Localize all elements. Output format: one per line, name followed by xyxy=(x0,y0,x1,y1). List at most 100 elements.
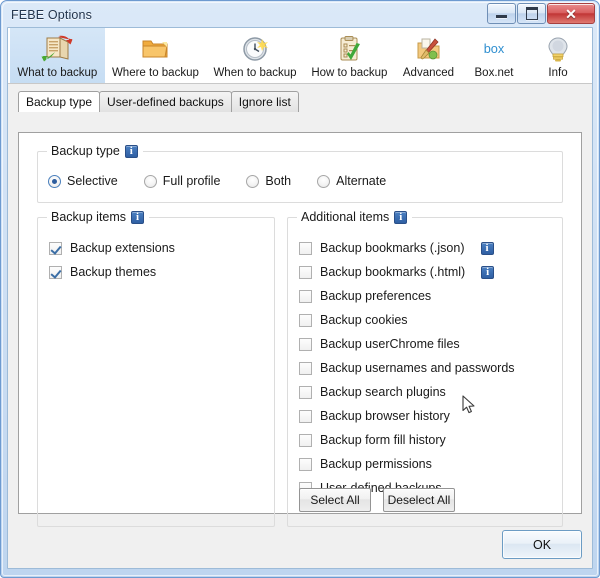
main-toolbar: What to backup Where to backup When to b… xyxy=(8,28,592,84)
group-title-text: Backup type xyxy=(51,144,120,158)
radio-option-both[interactable]: Both xyxy=(246,174,291,188)
select-all-button[interactable]: Select All xyxy=(299,488,371,512)
checkbox-row-backup-userchrome-files[interactable]: Backup userChrome files xyxy=(299,332,556,356)
window-controls: ✕ xyxy=(487,3,595,24)
backup-items-group-title: Backup items xyxy=(47,210,150,224)
svg-text:box: box xyxy=(484,41,505,56)
tabstrip-container: Backup type User-defined backups Ignore … xyxy=(8,84,592,112)
checkbox-indicator xyxy=(299,289,312,303)
checkbox-indicator xyxy=(299,241,312,255)
toolbar-item-how-to-backup[interactable]: How to backup xyxy=(304,28,395,83)
radio-label: Full profile xyxy=(162,174,221,188)
checkbox-row-backup-themes[interactable]: Backup themes xyxy=(49,260,268,284)
lightbulb-icon xyxy=(541,32,575,66)
toolbar-label: When to backup xyxy=(213,67,297,79)
additional-items-groupbox: Additional items Backup bookmarks (.json… xyxy=(287,210,563,527)
radio-indicator xyxy=(317,174,331,188)
checkbox-indicator xyxy=(49,265,62,279)
tab-page-backup-type: Backup type Selective Full profile Both xyxy=(18,132,582,527)
backup-type-groupbox: Backup type Selective Full profile Both xyxy=(37,144,563,203)
checkbox-row-backup-bookmarks-json[interactable]: Backup bookmarks (.json) xyxy=(299,236,556,260)
radio-indicator xyxy=(143,174,157,188)
book-backup-icon xyxy=(40,32,74,66)
checkbox-indicator xyxy=(299,361,312,375)
group-title-text: Additional items xyxy=(301,210,390,224)
checkbox-row-backup-permissions[interactable]: Backup permissions xyxy=(299,452,556,476)
radio-indicator xyxy=(48,174,61,188)
radio-option-selective[interactable]: Selective xyxy=(48,174,118,188)
additional-items-list: Backup bookmarks (.json) Backup bookmark… xyxy=(299,236,556,500)
checkbox-label: Backup permissions xyxy=(320,457,432,471)
window-title: FEBE Options xyxy=(11,8,92,22)
backup-items-list: Backup extensions Backup themes xyxy=(49,236,268,284)
backup-type-group-title: Backup type xyxy=(47,144,143,158)
checkbox-row-backup-bookmarks-html[interactable]: Backup bookmarks (.html) xyxy=(299,260,556,284)
toolbar-label: How to backup xyxy=(311,67,388,79)
clock-icon xyxy=(238,32,272,66)
toolbar-item-what-to-backup[interactable]: What to backup xyxy=(10,28,105,83)
backup-items-groupbox: Backup items Backup extensions Backup th… xyxy=(37,210,275,527)
ok-button[interactable]: OK xyxy=(502,530,582,559)
toolbar-item-box-net[interactable]: box Box.net xyxy=(462,28,526,83)
info-icon[interactable] xyxy=(124,144,138,158)
radio-label: Selective xyxy=(67,174,118,188)
radio-option-alternate[interactable]: Alternate xyxy=(317,174,386,188)
checkbox-label: Backup form fill history xyxy=(320,433,446,447)
maximize-button[interactable] xyxy=(517,3,546,24)
info-icon[interactable] xyxy=(394,210,408,224)
toolbar-label: What to backup xyxy=(17,67,98,79)
checkbox-label: Backup extensions xyxy=(70,241,175,255)
checkbox-indicator xyxy=(299,409,312,423)
checkbox-label: Backup cookies xyxy=(320,313,408,327)
checkbox-row-backup-browser-history[interactable]: Backup browser history xyxy=(299,404,556,428)
checkbox-indicator xyxy=(299,265,312,279)
tab-ignore-list[interactable]: Ignore list xyxy=(230,91,299,112)
checkbox-indicator xyxy=(299,457,312,471)
checkbox-row-backup-preferences[interactable]: Backup preferences xyxy=(299,284,556,308)
maximize-icon xyxy=(525,7,538,20)
toolbar-item-when-to-backup[interactable]: When to backup xyxy=(206,28,304,83)
tabstrip: Backup type User-defined backups Ignore … xyxy=(18,91,592,112)
checkbox-label: Backup themes xyxy=(70,265,157,279)
close-button[interactable]: ✕ xyxy=(547,3,595,24)
toolbox-icon xyxy=(411,32,445,66)
toolbar-item-where-to-backup[interactable]: Where to backup xyxy=(105,28,206,83)
checkbox-label: Backup bookmarks (.json) xyxy=(320,241,465,255)
radio-option-full-profile[interactable]: Full profile xyxy=(143,174,221,188)
tab-backup-type[interactable]: Backup type xyxy=(18,91,101,112)
client-area: What to backup Where to backup When to b… xyxy=(7,27,593,569)
toolbar-label: Advanced xyxy=(402,67,455,79)
checkbox-label: Backup preferences xyxy=(320,289,432,303)
checkbox-row-backup-form-fill-history[interactable]: Backup form fill history xyxy=(299,428,556,452)
checkbox-label: Backup bookmarks (.html) xyxy=(320,265,466,279)
minimize-button[interactable] xyxy=(487,3,516,24)
additional-items-group-title: Additional items xyxy=(297,210,413,224)
checkbox-indicator xyxy=(299,433,312,447)
info-icon[interactable] xyxy=(480,241,494,255)
close-icon: ✕ xyxy=(565,5,577,22)
checkbox-row-backup-search-plugins[interactable]: Backup search plugins xyxy=(299,380,556,404)
tab-user-defined-backups[interactable]: User-defined backups xyxy=(99,91,232,112)
toolbar-label: Where to backup xyxy=(111,67,199,79)
checkbox-indicator xyxy=(49,241,62,255)
info-icon[interactable] xyxy=(131,210,145,224)
backup-type-radio-group: Selective Full profile Both Alternate xyxy=(48,174,412,188)
checkbox-row-backup-extensions[interactable]: Backup extensions xyxy=(49,236,268,260)
checkbox-label: Backup browser history xyxy=(320,409,450,423)
febe-options-window: FEBE Options ✕ What to backup Where to b… xyxy=(0,0,600,578)
radio-label: Both xyxy=(265,174,292,188)
toolbar-label: Box.net xyxy=(474,67,514,79)
toolbar-item-advanced[interactable]: Advanced xyxy=(395,28,462,83)
checkbox-indicator xyxy=(299,313,312,327)
checkbox-indicator xyxy=(299,337,312,351)
group-title-text: Backup items xyxy=(51,210,127,224)
folder-icon xyxy=(138,32,172,66)
checkbox-row-backup-cookies[interactable]: Backup cookies xyxy=(299,308,556,332)
checkbox-indicator xyxy=(299,385,312,399)
toolbar-item-info[interactable]: Info xyxy=(526,28,590,83)
minimize-icon xyxy=(496,15,507,18)
checkbox-row-backup-usernames-and-passwords[interactable]: Backup usernames and passwords xyxy=(299,356,556,380)
deselect-all-button[interactable]: Deselect All xyxy=(383,488,455,512)
info-icon[interactable] xyxy=(481,265,495,279)
toolbar-label: Info xyxy=(548,67,568,79)
